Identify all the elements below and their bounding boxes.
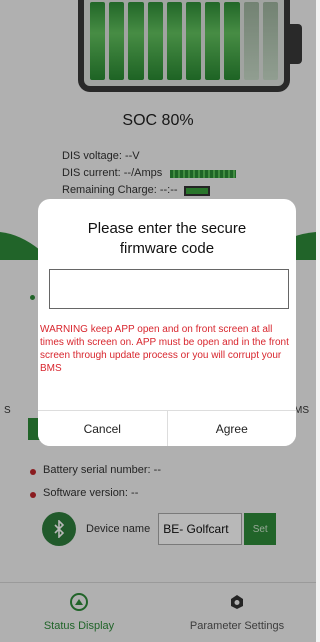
dialog-title: Please enter the secure firmware code — [87, 220, 247, 257]
dialog-buttons: Cancel Agree — [38, 410, 296, 446]
warning-text: WARNING keep APP open and on front scree… — [40, 324, 289, 374]
agree-button[interactable]: Agree — [166, 411, 296, 446]
firmware-code-dialog: Please enter the secure firmware code WA… — [38, 199, 296, 446]
cancel-button[interactable]: Cancel — [38, 411, 167, 446]
app-screen: SOC 80% DIS voltage: --V DIS current: --… — [0, 0, 316, 642]
firmware-code-input[interactable] — [49, 269, 289, 309]
